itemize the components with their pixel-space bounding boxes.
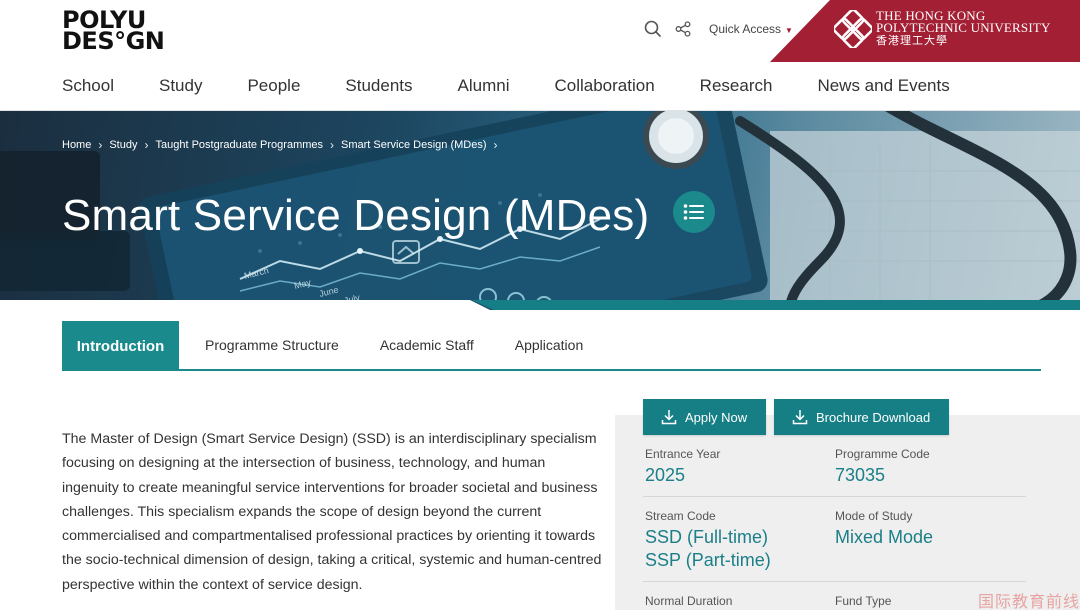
nav-item-study[interactable]: Study xyxy=(159,76,202,96)
info-divider xyxy=(643,581,1026,582)
page-title: Smart Service Design (MDes) xyxy=(62,191,650,240)
list-icon[interactable] xyxy=(673,191,715,233)
breadcrumb-home[interactable]: Home xyxy=(62,139,91,151)
fund-type-label: Fund Type xyxy=(835,594,892,608)
hero-accent-stripe xyxy=(472,300,1080,310)
caret-down-icon: ▼ xyxy=(785,26,793,35)
university-banner[interactable]: THE HONG KONG POLYTECHNIC UNIVERSITY 香港理… xyxy=(770,0,1080,62)
site-header: POLYU DES°GN Quick Access ▼ THE HONG KONG… xyxy=(0,0,1080,111)
header-tools: Quick Access ▼ xyxy=(643,19,793,39)
breadcrumb-current[interactable]: Smart Service Design (MDes) xyxy=(341,139,486,151)
nav-item-news-events[interactable]: News and Events xyxy=(817,76,949,96)
brochure-download-button[interactable]: Brochure Download xyxy=(774,399,949,435)
programme-code-value: 73035 xyxy=(835,465,886,485)
tab-introduction[interactable]: Introduction xyxy=(62,321,179,371)
breadcrumb-taught-postgraduate[interactable]: Taught Postgraduate Programmes xyxy=(155,139,323,151)
quick-access-label: Quick Access xyxy=(709,22,782,36)
nav-item-school[interactable]: School xyxy=(62,76,114,96)
stream-code-value-1: SSD (Full-time) xyxy=(645,527,769,547)
mode-of-study-value: Mixed Mode xyxy=(835,527,934,547)
hero-banner: March May June July Home › Study › Taugh… xyxy=(0,111,1080,321)
mode-of-study-label: Mode of Study xyxy=(835,509,913,523)
normal-duration-label: Normal Duration xyxy=(645,594,733,608)
chevron-right-icon: › xyxy=(330,138,335,152)
nav-item-alumni[interactable]: Alumni xyxy=(458,76,510,96)
apply-now-button[interactable]: Apply Now xyxy=(643,399,766,435)
polyu-emblem-icon xyxy=(834,10,872,48)
chevron-right-icon: › xyxy=(493,138,498,152)
polyu-design-logo[interactable]: POLYU DES°GN xyxy=(62,8,172,55)
chevron-right-icon: › xyxy=(98,138,103,152)
watermark-text: 国际教育前线 xyxy=(978,594,1080,610)
logo-line-2: DES°GN xyxy=(62,27,165,55)
university-name: THE HONG KONG POLYTECHNIC UNIVERSITY 香港理… xyxy=(876,9,1051,47)
breadcrumb: Home › Study › Taught Postgraduate Progr… xyxy=(62,138,505,152)
tab-programme-structure[interactable]: Programme Structure xyxy=(189,321,355,369)
university-name-en-2: POLYTECHNIC UNIVERSITY xyxy=(876,20,1051,35)
nav-item-people[interactable]: People xyxy=(247,76,300,96)
download-icon xyxy=(661,410,677,425)
intro-paragraph: The Master of Design (Smart Service Desi… xyxy=(62,431,602,593)
tab-academic-staff[interactable]: Academic Staff xyxy=(364,321,490,369)
entrance-year-label: Entrance Year xyxy=(645,447,721,461)
search-icon[interactable] xyxy=(643,19,663,39)
info-divider xyxy=(643,496,1026,497)
apply-now-label: Apply Now xyxy=(685,409,748,425)
brochure-download-label: Brochure Download xyxy=(816,409,931,425)
share-icon[interactable] xyxy=(673,19,693,39)
tab-application[interactable]: Application xyxy=(499,321,600,369)
section-tabs: Introduction Programme Structure Academi… xyxy=(62,321,1041,371)
nav-item-research[interactable]: Research xyxy=(700,76,773,96)
entrance-year-value: 2025 xyxy=(645,465,686,485)
programme-code-label: Programme Code xyxy=(835,447,930,461)
stream-code-value-2: SSP (Part-time) xyxy=(645,550,771,570)
chevron-right-icon: › xyxy=(144,138,149,152)
breadcrumb-study[interactable]: Study xyxy=(109,139,137,151)
nav-item-students[interactable]: Students xyxy=(345,76,412,96)
action-buttons: Apply Now Brochure Download xyxy=(643,399,957,435)
download-icon xyxy=(792,410,808,425)
stream-code-label: Stream Code xyxy=(645,509,716,523)
main-nav: School Study People Students Alumni Coll… xyxy=(62,76,995,96)
nav-item-collaboration[interactable]: Collaboration xyxy=(554,76,654,96)
quick-access-menu[interactable]: Quick Access ▼ xyxy=(709,22,793,36)
university-name-zh: 香港理工大學 xyxy=(876,35,948,47)
